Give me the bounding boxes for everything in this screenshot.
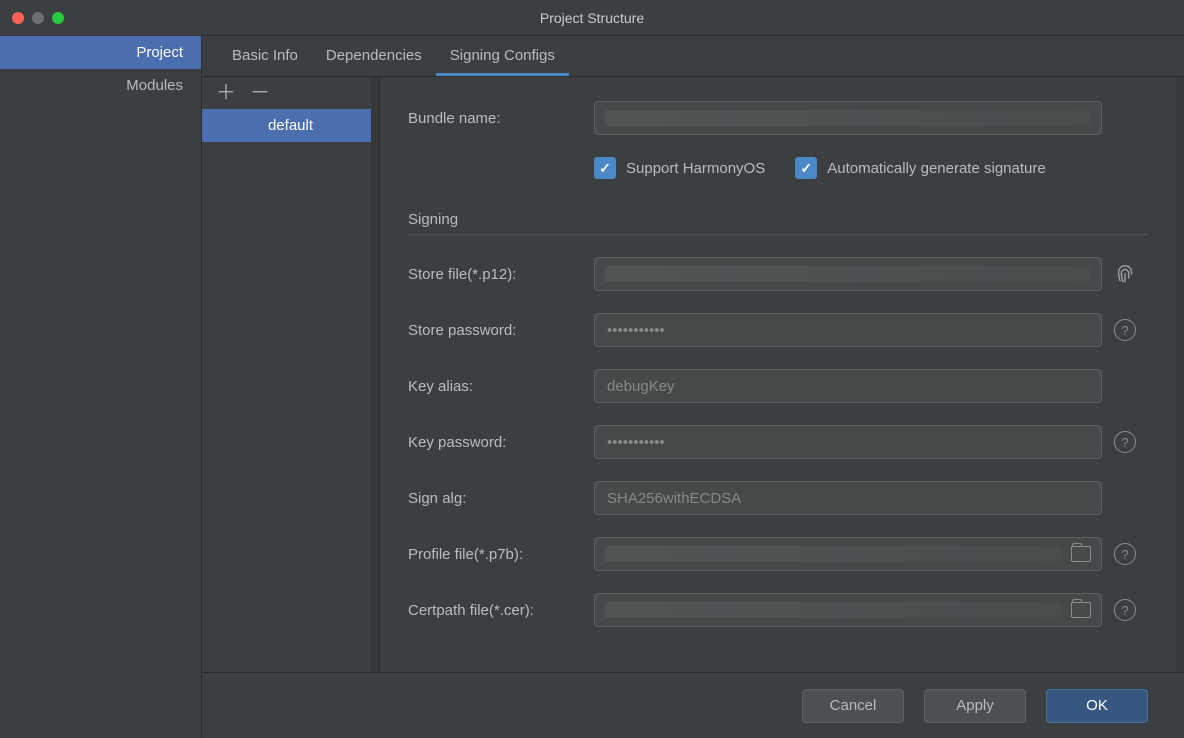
label-store-file: Store file(*.p12): (408, 266, 594, 283)
minimize-window-icon[interactable] (32, 12, 44, 24)
row-key-alias: Key alias: (408, 369, 1148, 403)
input-store-password[interactable] (594, 313, 1102, 347)
input-sign-alg[interactable] (594, 481, 1102, 515)
form-scrollbar[interactable] (1176, 77, 1184, 672)
input-profile-file[interactable] (594, 537, 1102, 571)
configs-scrollbar[interactable] (371, 77, 379, 672)
input-bundle-name[interactable] (594, 101, 1102, 135)
help-icon[interactable]: ? (1114, 543, 1136, 565)
row-key-password: Key password: ? (408, 425, 1148, 459)
label-bundle-name: Bundle name: (408, 110, 594, 127)
row-bundle-name: Bundle name: (408, 101, 1148, 135)
remove-config-icon[interactable]: － (250, 83, 270, 103)
input-key-alias[interactable] (594, 369, 1102, 403)
tab-dependencies[interactable]: Dependencies (312, 36, 436, 76)
row-certpath-file: Certpath file(*.cer): ? (408, 593, 1148, 627)
input-store-file[interactable] (594, 257, 1102, 291)
traffic-lights (0, 12, 64, 24)
sidebar: Project Modules (0, 36, 202, 738)
tab-label: Signing Configs (450, 47, 555, 64)
button-label: Cancel (830, 697, 877, 714)
configs-panel: ＋ － default (202, 77, 380, 672)
input-inner (595, 538, 1071, 570)
input-key-password[interactable] (594, 425, 1102, 459)
footer: Cancel Apply OK (202, 672, 1184, 738)
add-config-icon[interactable]: ＋ (216, 83, 236, 103)
checkbox-label: Automatically generate signature (827, 160, 1045, 177)
button-label: OK (1086, 697, 1108, 714)
tab-label: Basic Info (232, 47, 298, 64)
divider (408, 234, 1148, 235)
form-area: Bundle name: ✓ Support HarmonyOS ✓ Autom… (380, 77, 1176, 672)
tab-label: Dependencies (326, 47, 422, 64)
label-key-alias: Key alias: (408, 378, 594, 395)
input-certpath-file[interactable] (594, 593, 1102, 627)
label-sign-alg: Sign alg: (408, 490, 594, 507)
row-store-file: Store file(*.p12): (408, 257, 1148, 291)
content: ＋ － default Bundle name: (202, 77, 1184, 672)
maximize-window-icon[interactable] (52, 12, 64, 24)
section-signing-title: Signing (408, 211, 1148, 228)
checkmark-icon: ✓ (594, 157, 616, 179)
tab-signing-configs[interactable]: Signing Configs (436, 36, 569, 76)
ok-button[interactable]: OK (1046, 689, 1148, 723)
row-profile-file: Profile file(*.p7b): ? (408, 537, 1148, 571)
label-certpath-file: Certpath file(*.cer): (408, 602, 594, 619)
checkbox-support-harmonyos[interactable]: ✓ Support HarmonyOS (594, 157, 765, 179)
cancel-button[interactable]: Cancel (802, 689, 904, 723)
help-icon[interactable]: ? (1114, 599, 1136, 621)
help-icon[interactable]: ? (1114, 431, 1136, 453)
button-label: Apply (956, 697, 994, 714)
browse-folder-icon[interactable] (1071, 546, 1091, 562)
help-icon[interactable]: ? (1114, 319, 1136, 341)
window: Project Structure Project Modules Basic … (0, 0, 1184, 738)
close-window-icon[interactable] (12, 12, 24, 24)
label-store-password: Store password: (408, 322, 594, 339)
sidebar-item-project[interactable]: Project (0, 36, 201, 69)
sidebar-item-modules[interactable]: Modules (0, 69, 201, 102)
sidebar-item-label: Project (136, 44, 183, 61)
body: Project Modules Basic Info Dependencies … (0, 36, 1184, 738)
browse-folder-icon[interactable] (1071, 602, 1091, 618)
label-key-password: Key password: (408, 434, 594, 451)
checkbox-label: Support HarmonyOS (626, 160, 765, 177)
label-profile-file: Profile file(*.p7b): (408, 546, 594, 563)
trail-fingerprint (1102, 263, 1148, 285)
fingerprint-icon[interactable] (1114, 263, 1136, 285)
titlebar: Project Structure (0, 0, 1184, 36)
input-inner (595, 594, 1071, 626)
row-store-password: Store password: ? (408, 313, 1148, 347)
main-panel: Basic Info Dependencies Signing Configs … (202, 36, 1184, 738)
sidebar-item-label: Modules (126, 77, 183, 94)
config-item-label: default (268, 117, 313, 134)
configs-toolbar: ＋ － (202, 77, 379, 109)
row-sign-alg: Sign alg: (408, 481, 1148, 515)
trail-help: ? (1102, 543, 1148, 565)
trail-help: ? (1102, 319, 1148, 341)
config-item-default[interactable]: default (202, 109, 379, 142)
apply-button[interactable]: Apply (924, 689, 1026, 723)
trail-help: ? (1102, 599, 1148, 621)
trail-help: ? (1102, 431, 1148, 453)
checkmark-icon: ✓ (795, 157, 817, 179)
tabs: Basic Info Dependencies Signing Configs (202, 36, 1184, 77)
checkbox-row: ✓ Support HarmonyOS ✓ Automatically gene… (594, 157, 1148, 179)
checkbox-auto-generate[interactable]: ✓ Automatically generate signature (795, 157, 1045, 179)
window-title: Project Structure (540, 10, 644, 26)
configs-list: default (202, 109, 379, 672)
tab-basic-info[interactable]: Basic Info (218, 36, 312, 76)
